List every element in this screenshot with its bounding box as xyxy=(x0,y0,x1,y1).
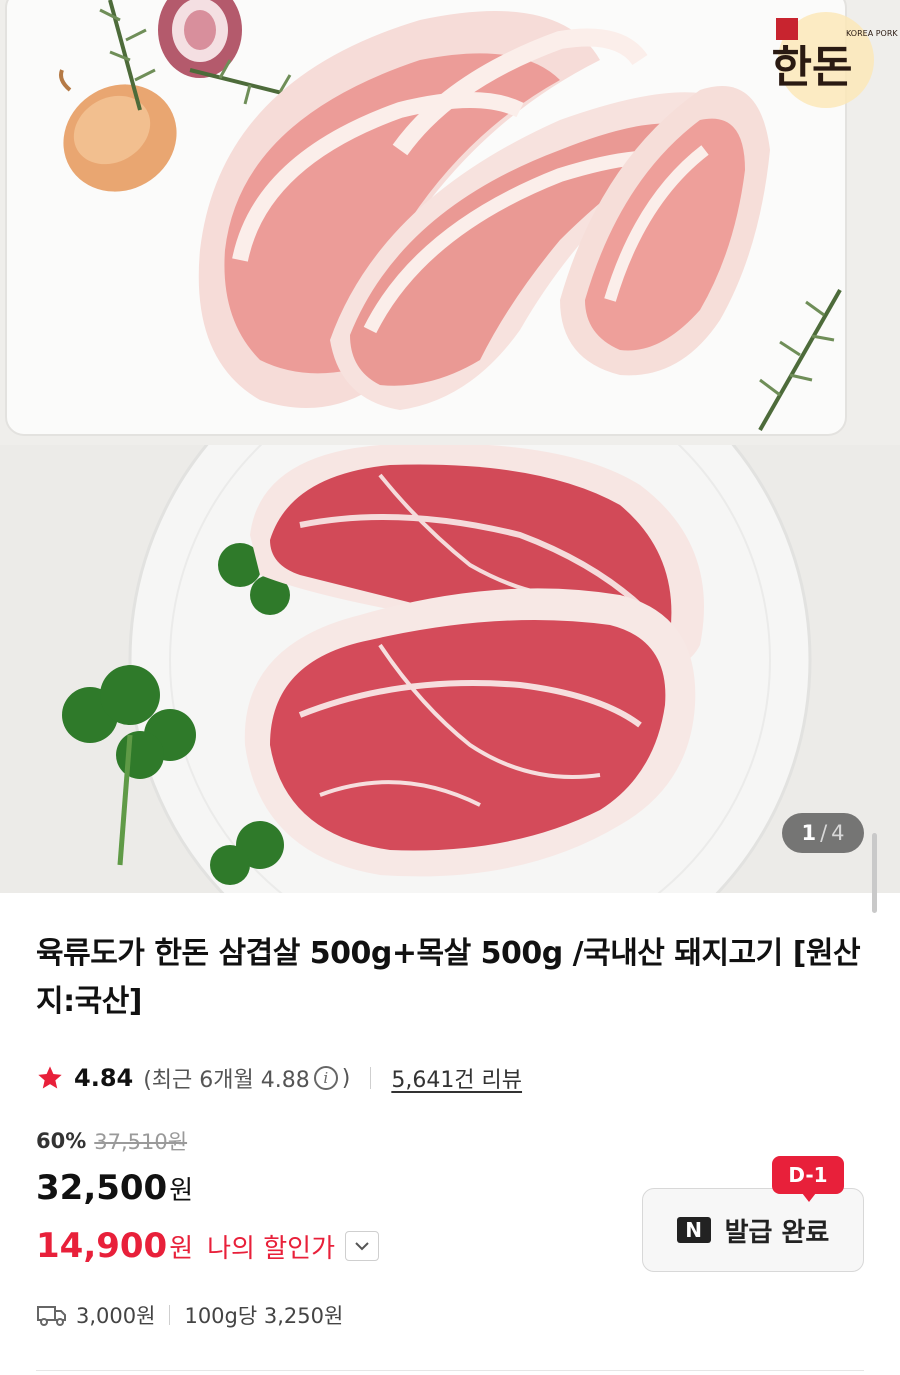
chevron-down-icon xyxy=(355,1242,369,1251)
rating-recent: (최근 6개월 4.88 i ) xyxy=(143,1062,350,1094)
coupon-label: 발급 완료 xyxy=(724,1217,830,1248)
product-title: 육류도가 한돈 삼겹살 500g+목살 500g /국내산 돼지고기 [원산지:… xyxy=(36,936,861,1019)
dday-badge: D-1 xyxy=(772,1156,844,1202)
info-icon[interactable]: i xyxy=(313,1066,338,1090)
sale-price-unit: 원 xyxy=(169,1176,194,1206)
my-discount-price-row: 14,900 원 나의 할인가 xyxy=(36,1226,379,1266)
brand-logo-subtext: KOREA PORK xyxy=(846,29,898,38)
pork-belly-photo: 한돈 KOREA PORK xyxy=(0,0,900,445)
rating-recent-text: (최근 6개월 4.88 xyxy=(143,1068,310,1093)
divider xyxy=(370,1067,372,1089)
my-price-toggle-button[interactable] xyxy=(345,1231,379,1261)
pork-neck-photo xyxy=(0,445,900,893)
image-page-indicator: 1 / 4 xyxy=(782,813,864,853)
shipping-row: 3,000원 100g당 3,250원 xyxy=(36,1300,343,1330)
my-price-value: 14,900 xyxy=(36,1226,168,1266)
divider xyxy=(169,1305,171,1325)
discount-rate: 60% xyxy=(36,1129,87,1153)
my-price-unit: 원 xyxy=(169,1233,194,1264)
original-price: 37,510원 xyxy=(94,1130,188,1154)
section-divider xyxy=(36,1370,864,1371)
rating-row: 4.84 (최근 6개월 4.88 i ) 5,641건 리뷰 xyxy=(36,1060,522,1096)
scrollbar-thumb[interactable] xyxy=(872,833,877,913)
discount-row: 60% 37,510원 xyxy=(36,1126,187,1156)
rating-score: 4.84 xyxy=(74,1064,134,1092)
truck-icon xyxy=(37,1306,66,1326)
naver-logo-icon: N xyxy=(676,1217,711,1243)
sale-price-value: 32,500 xyxy=(36,1168,168,1208)
shipping-fee: 3,000원 xyxy=(76,1304,156,1328)
sale-price: 32,500 원 xyxy=(36,1168,193,1208)
page-total: 4 xyxy=(831,821,845,845)
my-price-label: 나의 할인가 xyxy=(207,1233,335,1264)
review-count-link[interactable]: 5,641건 리뷰 xyxy=(391,1062,522,1094)
coupon-issue-button[interactable]: N 발급 완료 xyxy=(642,1188,864,1272)
page-separator: / xyxy=(820,821,828,845)
rating-recent-close: ) xyxy=(341,1065,351,1091)
star-icon xyxy=(38,1066,62,1089)
product-image-gallery[interactable]: 한돈 KOREA PORK 1 / 4 xyxy=(0,0,900,893)
brand-logo-text: 한돈 xyxy=(772,42,853,93)
page-current: 1 xyxy=(801,821,817,845)
unit-price: 100g당 3,250원 xyxy=(184,1304,344,1328)
